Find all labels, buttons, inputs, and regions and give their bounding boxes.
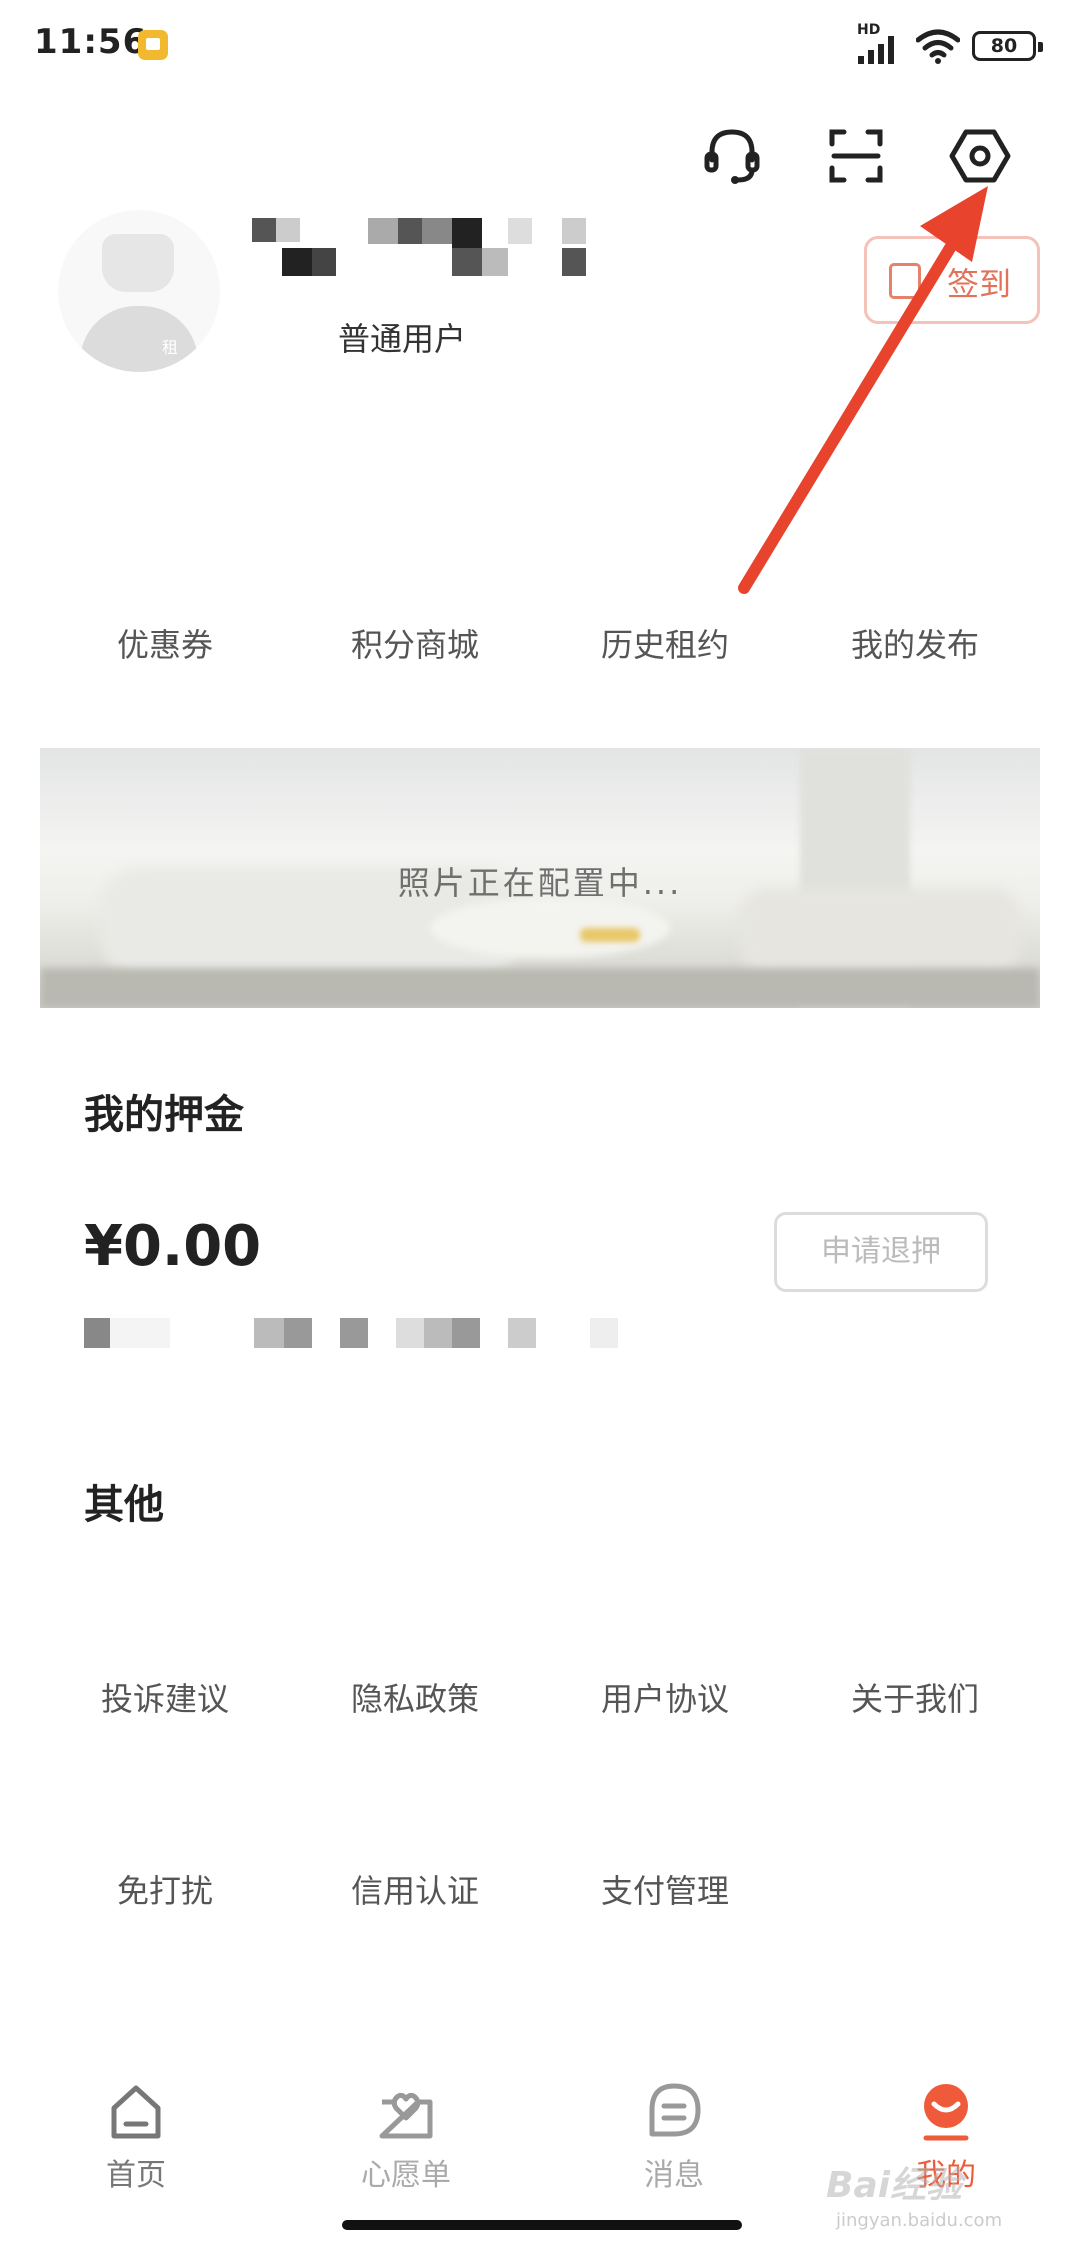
refund-button[interactable]: 申请退押 — [774, 1212, 988, 1292]
username-redacted — [252, 218, 592, 278]
tab-wishlist[interactable]: 心愿单 — [306, 2080, 506, 2194]
menu-lease-history[interactable]: 历史租约 — [540, 620, 790, 666]
menu-user-agreement[interactable]: 用户协议 — [540, 1674, 790, 1720]
tab-messages[interactable]: 消息 — [574, 2080, 774, 2194]
tab-home[interactable]: 首页 — [36, 2080, 236, 2194]
menu-complaints[interactable]: 投诉建议 — [40, 1674, 290, 1720]
tab-home-label: 首页 — [106, 2158, 166, 2193]
wifi-icon — [916, 29, 960, 64]
user-level: 普通用户 — [338, 320, 467, 358]
profile-icon — [923, 2084, 969, 2141]
promo-banner[interactable]: 照片正在配置中... — [40, 748, 1040, 1008]
watermark: Bai经验 — [826, 2165, 963, 2206]
battery-level: 80 — [990, 35, 1018, 57]
avatar-tag: 租 — [162, 338, 179, 357]
menu-about-us[interactable]: 关于我们 — [790, 1674, 1040, 1720]
menu-credit-verification[interactable]: 信用认证 — [290, 1866, 540, 1912]
home-icon — [111, 2085, 161, 2139]
deposit-amount: ¥0.00 — [84, 1214, 262, 1279]
message-icon — [649, 2083, 701, 2137]
scan-icon[interactable] — [824, 124, 888, 188]
calendar-icon — [889, 263, 921, 299]
menu-privacy-policy[interactable]: 隐私政策 — [290, 1674, 540, 1720]
deposit-title: 我的押金 — [84, 1092, 244, 1138]
settings-icon[interactable] — [948, 124, 1012, 188]
other-title: 其他 — [84, 1482, 164, 1528]
heart-icon — [379, 2092, 433, 2139]
menu-coupons[interactable]: 优惠券 — [40, 620, 290, 666]
battery-icon: 80 — [972, 31, 1043, 61]
tab-messages-label: 消息 — [644, 2158, 704, 2193]
deposit-note-redacted — [84, 1318, 624, 1348]
signal-icon — [858, 36, 894, 64]
menu-do-not-disturb[interactable]: 免打扰 — [40, 1866, 290, 1912]
home-indicator[interactable] — [342, 2220, 742, 2230]
tab-wishlist-label: 心愿单 — [361, 2158, 451, 2193]
checkin-button[interactable]: 签到 — [864, 236, 1040, 324]
checkin-label: 签到 — [947, 265, 1012, 303]
avatar[interactable]: 租 — [58, 210, 220, 372]
menu-my-posts[interactable]: 我的发布 — [790, 620, 1040, 666]
banner-text: 照片正在配置中... — [397, 864, 683, 902]
notification-icon — [138, 30, 168, 60]
status-time: 11:56 — [34, 22, 148, 62]
headset-icon[interactable] — [700, 124, 764, 188]
menu-payment-management[interactable]: 支付管理 — [540, 1866, 790, 1912]
watermark-url: jingyan.baidu.com — [836, 2210, 1003, 2231]
menu-points-mall[interactable]: 积分商城 — [290, 620, 540, 666]
